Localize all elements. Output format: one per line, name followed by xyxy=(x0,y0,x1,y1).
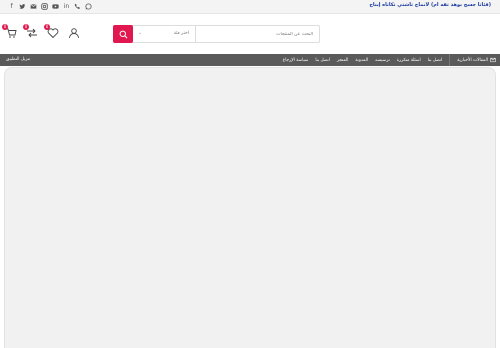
chevron-down-icon: ⌄ xyxy=(138,30,143,36)
search-icon xyxy=(119,30,127,38)
main-nav: تنزيل التطبيق المقالات الأخبارية اتصل بن… xyxy=(0,54,500,66)
phone-icon[interactable] xyxy=(74,3,81,10)
nav-item-label: اتصل بنا xyxy=(427,57,443,63)
nav-item-shop[interactable]: المتجر xyxy=(337,58,348,63)
user-icon xyxy=(69,28,79,39)
search-bar: ⌄ اختر فئة xyxy=(113,25,320,43)
header-actions: 0 0 0 xyxy=(2,24,80,39)
youtube-icon[interactable] xyxy=(52,3,59,10)
nav-item-label: المقالات الأخبارية xyxy=(457,57,488,63)
nav-item-returns[interactable]: سياسة الإرجاع xyxy=(283,58,309,63)
top-notice-bar: f in (فئاتا جسح بوهذ تقه ام) لانماج ثاشت… xyxy=(0,0,500,14)
nav-item-label: المدونة xyxy=(355,57,369,63)
nav-divider xyxy=(449,54,451,66)
nav-items: المقالات الأخبارية اتصل بنا اسئلة متكررة… xyxy=(283,54,496,66)
main-content-placeholder xyxy=(4,67,496,348)
site-header: 0 0 0 ⌄ اختر فئة البحث عن المنتجات xyxy=(0,14,500,54)
whatsapp-icon[interactable] xyxy=(85,3,92,10)
nav-item-label: اتصل بنا xyxy=(315,57,330,63)
nav-item-label: سياسة الإرجاع xyxy=(282,57,309,63)
linkedin-icon[interactable]: in xyxy=(63,3,70,10)
nav-item-label: ترسيسه xyxy=(375,57,390,63)
search-button[interactable] xyxy=(113,25,133,43)
category-select-label: اختر فئة xyxy=(173,31,189,36)
nav-item-contact-2[interactable]: اتصل بنا xyxy=(315,58,330,63)
cart-button[interactable]: 0 xyxy=(2,24,17,39)
nav-item-label: اسئلة متكررة xyxy=(396,57,421,63)
nav-item-blog[interactable]: المدونة xyxy=(355,58,368,63)
email-icon[interactable] xyxy=(30,3,37,10)
wishlist-count-badge: 0 xyxy=(44,24,50,30)
compare-count-badge: 0 xyxy=(23,24,29,30)
facebook-icon[interactable]: f xyxy=(8,3,15,10)
social-links: f in xyxy=(8,3,92,10)
promo-notice[interactable]: (فئاتا جسح بوهذ تقه ام) لانماج ثاشتي تكا… xyxy=(369,2,491,8)
download-app-link[interactable]: تنزيل التطبيق xyxy=(6,57,30,62)
nav-item-faq[interactable]: اسئلة متكررة xyxy=(397,58,421,63)
category-select[interactable]: ⌄ اختر فئة xyxy=(133,26,196,42)
wishlist-button[interactable]: 0 xyxy=(44,24,59,39)
compare-button[interactable]: 0 xyxy=(23,24,38,39)
twitter-icon[interactable] xyxy=(19,3,26,10)
nav-item-contact[interactable]: اتصل بنا xyxy=(428,58,443,63)
nav-item-label: المتجر xyxy=(336,57,349,63)
nav-item-home[interactable]: ترسيسه xyxy=(375,58,390,63)
account-button[interactable] xyxy=(68,27,80,39)
search-input[interactable] xyxy=(196,26,319,42)
nav-item-news[interactable]: المقالات الأخبارية xyxy=(457,57,496,63)
mail-icon xyxy=(490,57,496,63)
cart-count-badge: 0 xyxy=(2,24,8,30)
instagram-icon[interactable] xyxy=(41,3,48,10)
